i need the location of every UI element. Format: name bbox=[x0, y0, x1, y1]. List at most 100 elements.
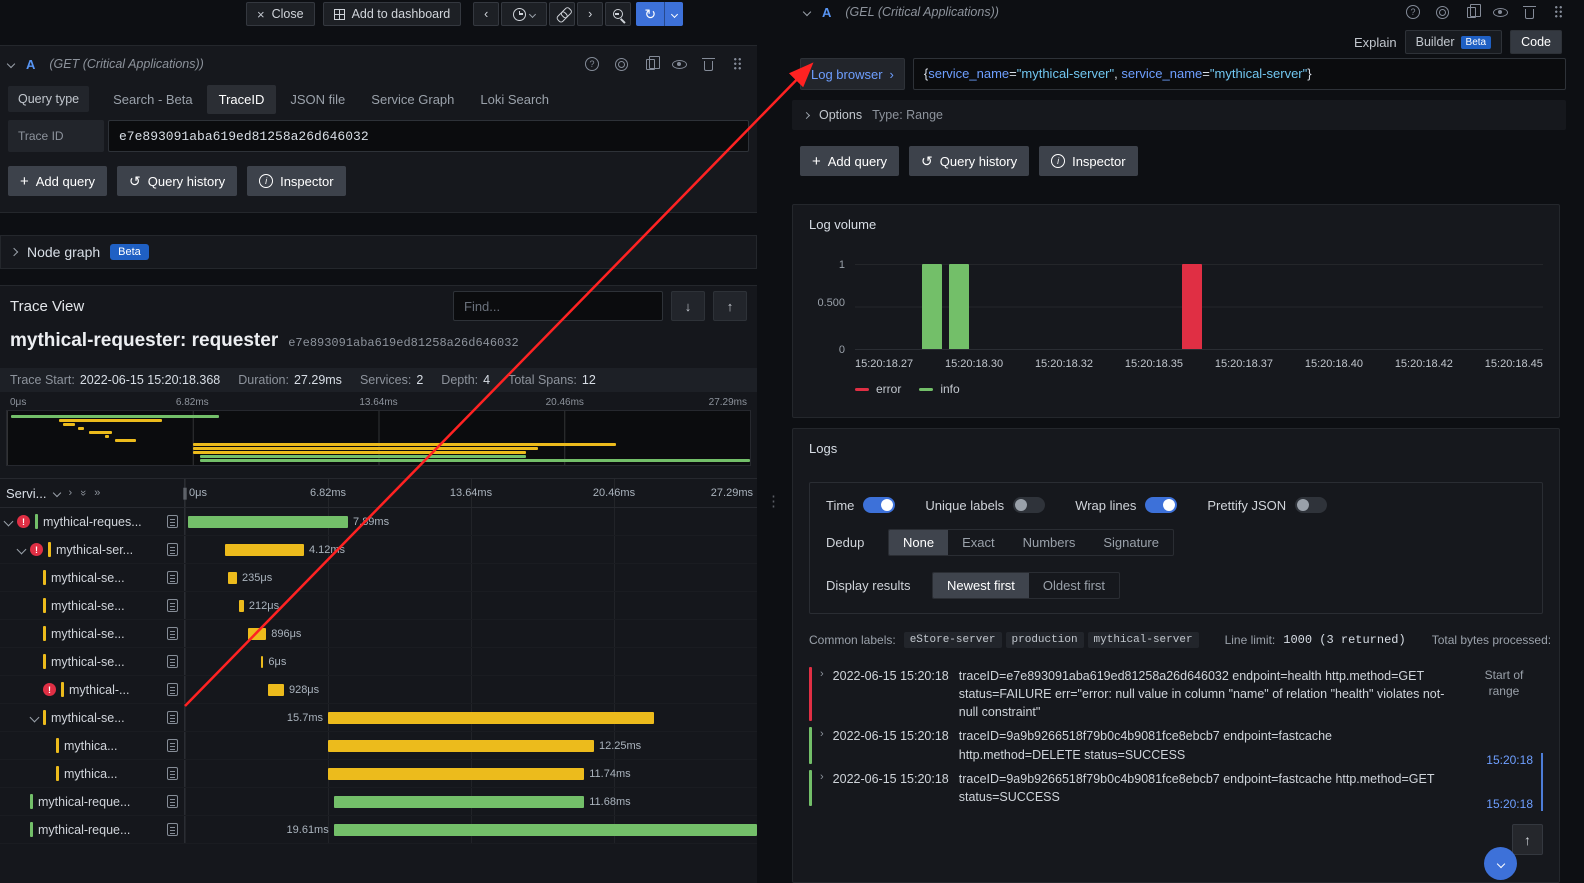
display-option-oldest-first[interactable]: Oldest first bbox=[1029, 573, 1119, 598]
span-bar[interactable] bbox=[328, 712, 654, 724]
log-row[interactable]: ›2022-06-15 15:20:18traceID=e7e893091aba… bbox=[809, 664, 1543, 724]
span-row[interactable]: !mythical-ser...4.12ms bbox=[0, 536, 757, 564]
span-timeline[interactable]: 4.12ms bbox=[185, 536, 757, 563]
query-remove-icon[interactable] bbox=[700, 56, 716, 72]
query-token[interactable]: "mythical-server" bbox=[1210, 66, 1307, 81]
query-token[interactable]: service_name bbox=[928, 66, 1009, 81]
query-expression-input[interactable]: {service_name="mythical-server", service… bbox=[913, 58, 1566, 90]
span-bar[interactable] bbox=[328, 740, 594, 752]
span-name-cell[interactable]: mythical-reque... bbox=[0, 816, 185, 843]
scroll-bottom-button[interactable] bbox=[1484, 847, 1517, 880]
span-logs-icon[interactable] bbox=[167, 739, 178, 752]
span-row[interactable]: !mythical-reques...7.89ms bbox=[0, 508, 757, 536]
dedup-option-none[interactable]: None bbox=[889, 530, 948, 555]
time-shift-back-button[interactable]: ‹ bbox=[473, 2, 499, 26]
toggle-switch-unique-labels[interactable] bbox=[1013, 497, 1045, 513]
span-logs-icon[interactable] bbox=[167, 627, 178, 640]
span-name-cell[interactable]: !mythical-... bbox=[0, 676, 185, 703]
pane-resizer[interactable]: ⋮ bbox=[766, 492, 781, 510]
span-row[interactable]: mythical-reque...19.61ms bbox=[0, 816, 757, 844]
toggle-switch-time[interactable] bbox=[863, 497, 895, 513]
span-row[interactable]: mythical-se...896μs bbox=[0, 620, 757, 648]
span-name-cell[interactable]: mythical-reque... bbox=[0, 788, 185, 815]
log-volume-plot[interactable] bbox=[855, 264, 1543, 350]
volume-bar-info[interactable] bbox=[949, 264, 969, 349]
common-label-chip[interactable]: production bbox=[1006, 632, 1084, 648]
trace-id-input[interactable] bbox=[108, 120, 749, 152]
span-row[interactable]: mythical-se...235μs bbox=[0, 564, 757, 592]
dedup-option-exact[interactable]: Exact bbox=[948, 530, 1009, 555]
add-query-button[interactable]: +Add query bbox=[800, 146, 899, 176]
span-timeline[interactable]: 235μs bbox=[185, 564, 757, 591]
span-logs-icon[interactable] bbox=[167, 571, 178, 584]
span-logs-icon[interactable] bbox=[167, 795, 178, 808]
query-help-icon[interactable] bbox=[1405, 4, 1421, 20]
volume-bar-info[interactable] bbox=[922, 264, 942, 349]
span-timeline[interactable]: 896μs bbox=[185, 620, 757, 647]
add-query-button[interactable]: +Add query bbox=[8, 166, 107, 196]
collapse-one-icon[interactable]: › bbox=[68, 487, 72, 499]
span-name-cell[interactable]: mythica... bbox=[0, 760, 185, 787]
query-hide-icon[interactable] bbox=[671, 56, 687, 72]
query-options-row[interactable]: Options Type: Range bbox=[792, 100, 1566, 130]
span-timeline[interactable]: 11.68ms bbox=[185, 788, 757, 815]
span-logs-icon[interactable] bbox=[167, 767, 178, 780]
tab-search-beta[interactable]: Search - Beta bbox=[101, 85, 205, 114]
find-next-button[interactable]: ↓ bbox=[671, 291, 705, 321]
refresh-interval-dropdown[interactable] bbox=[664, 2, 683, 26]
query-token[interactable]: "mythical-server" bbox=[1017, 66, 1114, 81]
span-bar[interactable] bbox=[261, 656, 264, 668]
expand-all-icon[interactable]: » bbox=[94, 487, 100, 499]
log-expand-icon[interactable]: › bbox=[820, 770, 824, 786]
collapse-query-icon[interactable] bbox=[803, 8, 811, 16]
span-bar[interactable] bbox=[334, 824, 757, 836]
span-name-cell[interactable]: mythica... bbox=[0, 732, 185, 759]
query-copy-icon[interactable] bbox=[642, 56, 658, 72]
span-row[interactable]: mythical-se...6μs bbox=[0, 648, 757, 676]
query-token[interactable]: = bbox=[1202, 66, 1210, 81]
span-timeline[interactable]: 15.7ms bbox=[185, 704, 757, 731]
query-history-button[interactable]: ↺Query history bbox=[909, 146, 1029, 176]
find-prev-button[interactable]: ↑ bbox=[713, 291, 747, 321]
log-timeline-navigation[interactable]: 15:20:18 15:20:18 bbox=[1486, 753, 1543, 811]
span-timeline[interactable]: 6μs bbox=[185, 648, 757, 675]
query-token[interactable]: service_name bbox=[1121, 66, 1202, 81]
chevron-down-icon[interactable] bbox=[53, 489, 61, 497]
toggle-switch-wrap-lines[interactable] bbox=[1145, 497, 1177, 513]
span-bar[interactable] bbox=[188, 516, 348, 528]
query-remove-icon[interactable] bbox=[1521, 4, 1537, 20]
span-row[interactable]: mythica...12.25ms bbox=[0, 732, 757, 760]
span-row[interactable]: mythical-reque...11.68ms bbox=[0, 788, 757, 816]
span-name-cell[interactable]: !mythical-ser... bbox=[0, 536, 185, 563]
tab-traceid[interactable]: TraceID bbox=[207, 85, 277, 114]
close-split-button[interactable]: × Close bbox=[246, 2, 315, 26]
common-label-chip[interactable]: eStore-server bbox=[904, 632, 1002, 648]
log-browser-button[interactable]: Log browser › bbox=[800, 58, 905, 90]
span-bar[interactable] bbox=[334, 796, 585, 808]
scroll-top-button[interactable]: ↑ bbox=[1512, 824, 1543, 855]
zoom-out-button[interactable] bbox=[605, 2, 631, 26]
span-name-cell[interactable]: mythical-se... bbox=[0, 704, 185, 731]
collapse-query-icon[interactable] bbox=[7, 60, 15, 68]
span-bar[interactable] bbox=[225, 544, 304, 556]
query-disable-icon[interactable] bbox=[613, 56, 629, 72]
span-name-cell[interactable]: mythical-se... bbox=[0, 620, 185, 647]
span-timeline[interactable]: 19.61ms bbox=[185, 816, 757, 843]
span-bar[interactable] bbox=[228, 572, 237, 584]
span-timeline[interactable]: 12.25ms bbox=[185, 732, 757, 759]
builder-mode-button[interactable]: Builder Beta bbox=[1405, 30, 1503, 54]
refresh-button[interactable]: ↻ bbox=[636, 2, 683, 26]
inspector-button[interactable]: Inspector bbox=[247, 166, 345, 196]
inspector-button[interactable]: Inspector bbox=[1039, 146, 1137, 176]
span-logs-icon[interactable] bbox=[167, 655, 178, 668]
span-logs-icon[interactable] bbox=[167, 515, 178, 528]
query-history-button[interactable]: ↺Query history bbox=[117, 166, 237, 196]
time-picker-button[interactable] bbox=[501, 2, 547, 26]
log-row[interactable]: ›2022-06-15 15:20:18traceID=9a9b9266518f… bbox=[809, 767, 1543, 809]
span-expander-icon[interactable] bbox=[30, 713, 40, 723]
query-token[interactable]: = bbox=[1009, 66, 1017, 81]
trace-minimap[interactable] bbox=[6, 410, 751, 466]
legend-item-info[interactable]: info bbox=[919, 382, 959, 396]
span-bar[interactable] bbox=[239, 600, 244, 612]
query-help-icon[interactable] bbox=[584, 56, 600, 72]
